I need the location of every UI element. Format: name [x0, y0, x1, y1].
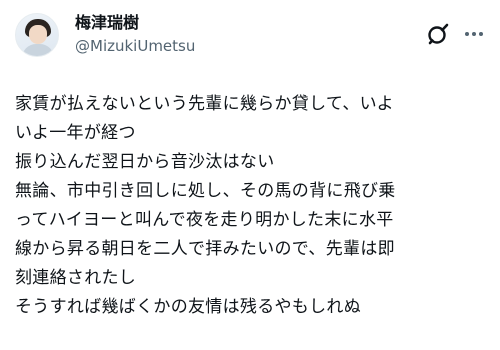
post-text-line: ってハイヨーと叫んで夜を走り明かした末に水平 — [15, 210, 394, 230]
post-text-line: そうすれば幾ばくかの友情は残るやもしれぬ — [15, 297, 361, 317]
grok-logo-icon[interactable] — [426, 22, 450, 46]
avatar-body — [22, 44, 54, 56]
more-options-icon[interactable] — [462, 22, 486, 46]
author-avatar[interactable] — [15, 13, 59, 57]
post-text-line: 線から昇る朝日を二人で拝みたいので、先輩は即 — [15, 239, 395, 259]
post-text-line: いよ一年が経つ — [15, 123, 136, 143]
more-dot — [479, 32, 483, 36]
post-text-line: 振り込んだ翌日から音沙汰はない — [15, 152, 275, 172]
author-handle[interactable]: @MizukiUmetsu — [75, 36, 195, 56]
post-text-line: 家賃が払えないという先輩に幾らか貸して、いよ — [15, 94, 394, 114]
avatar-face — [29, 25, 47, 44]
post-text-line: 無論、市中引き回しに処し、その馬の背に飛び乗 — [15, 181, 396, 201]
post-text-line: 刻連絡されたし — [15, 268, 137, 288]
post-text: 家賃が払えないという先輩に幾らか貸して、いよ いよ一年が経つ 振り込んだ翌日から… — [15, 90, 485, 322]
author-display-name[interactable]: 梅津瑞樹 — [75, 13, 139, 33]
post-card: 梅津瑞樹 @MizukiUmetsu 家賃が払えないという先輩に幾らか貸して、い… — [0, 0, 500, 350]
more-dot — [465, 32, 469, 36]
more-dot — [472, 32, 476, 36]
